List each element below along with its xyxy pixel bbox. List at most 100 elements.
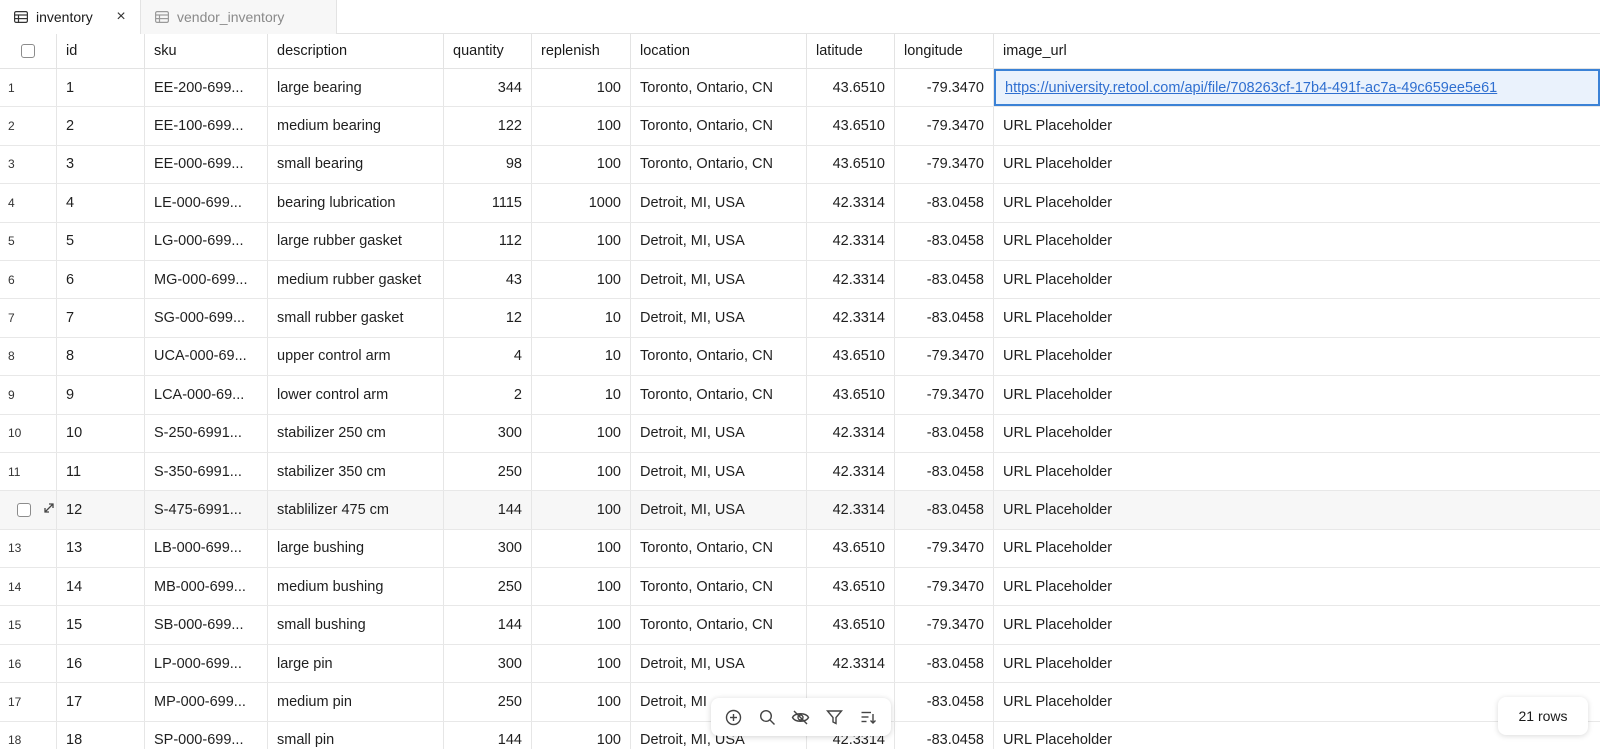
row-select-checkbox[interactable]: [17, 502, 31, 517]
cell-image-url[interactable]: URL Placeholder: [994, 299, 1600, 336]
cell-quantity[interactable]: 122: [444, 107, 532, 145]
cell-sku[interactable]: EE-200-699...: [145, 69, 268, 107]
cell-latitude[interactable]: 43.6510: [807, 606, 895, 644]
cell-sku[interactable]: LE-000-699...: [145, 184, 268, 222]
cell-quantity[interactable]: 12: [444, 299, 532, 337]
cell-sku[interactable]: LCA-000-69...: [145, 376, 268, 414]
cell-location[interactable]: Detroit, MI, USA: [631, 184, 807, 222]
cell-location[interactable]: Toronto, Ontario, CN: [631, 376, 807, 414]
cell-longitude[interactable]: -79.3470: [895, 107, 994, 145]
cell-sku[interactable]: SB-000-699...: [145, 606, 268, 644]
cell-sku[interactable]: SP-000-699...: [145, 721, 268, 749]
cell-latitude[interactable]: 42.3314: [807, 260, 895, 299]
cell-sku[interactable]: MP-000-699...: [145, 683, 268, 721]
table-row[interactable]: 4 4 LE-000-699... bearing lubrication 1115 10…: [0, 184, 1600, 223]
cell-longitude[interactable]: -79.3470: [895, 145, 994, 184]
cell-latitude[interactable]: 42.3314: [807, 644, 895, 683]
cell-replenish[interactable]: 10: [532, 337, 631, 376]
cell-description[interactable]: stabilizer 350 cm: [268, 452, 444, 491]
cell-description[interactable]: large bearing: [268, 69, 444, 107]
cell-quantity[interactable]: 250: [444, 452, 532, 491]
cell-latitude[interactable]: 43.6510: [807, 568, 895, 606]
cell-latitude[interactable]: 43.6510: [807, 376, 895, 414]
cell-id[interactable]: 5: [57, 222, 145, 260]
cell-description[interactable]: bearing lubrication: [268, 184, 444, 222]
cell-replenish[interactable]: 100: [532, 568, 631, 606]
table-row[interactable]: 13 13 LB-000-699... large bushing 300 100 Toro…: [0, 529, 1600, 569]
cell-latitude[interactable]: 43.6510: [807, 107, 895, 145]
cell-description[interactable]: large rubber gasket: [268, 222, 444, 260]
cell-image-url[interactable]: URL Placeholder: [994, 146, 1600, 183]
column-header-latitude[interactable]: latitude: [807, 34, 895, 68]
cell-id[interactable]: 1: [57, 69, 145, 107]
cell-latitude[interactable]: 42.3314: [807, 414, 895, 452]
select-all-checkbox[interactable]: [21, 44, 35, 58]
cell-description[interactable]: small rubber gasket: [268, 299, 444, 337]
cell-sku[interactable]: LP-000-699...: [145, 644, 268, 683]
column-header-longitude[interactable]: longitude: [895, 34, 994, 68]
cell-quantity[interactable]: 250: [444, 683, 532, 721]
cell-location[interactable]: Toronto, Ontario, CN: [631, 337, 807, 376]
cell-latitude[interactable]: 42.3314: [807, 222, 895, 260]
cell-quantity[interactable]: 112: [444, 222, 532, 260]
cell-longitude[interactable]: -83.0458: [895, 644, 994, 683]
hide-columns-icon[interactable]: [790, 706, 812, 728]
cell-replenish[interactable]: 100: [532, 683, 631, 721]
cell-location[interactable]: Detroit, MI, USA: [631, 222, 807, 260]
cell-latitude[interactable]: 43.6510: [807, 529, 895, 568]
cell-location[interactable]: Detroit, MI, USA: [631, 491, 807, 529]
cell-replenish[interactable]: 100: [532, 260, 631, 299]
close-tab-icon[interactable]: ×: [114, 8, 128, 26]
cell-image-url[interactable]: https://university.retool.com/api/file/7…: [994, 69, 1600, 107]
cell-image-url[interactable]: URL Placeholder: [994, 338, 1600, 375]
column-header-sku[interactable]: sku: [145, 34, 268, 68]
cell-latitude[interactable]: 42.3314: [807, 491, 895, 529]
cell-image-url[interactable]: URL Placeholder: [994, 376, 1600, 413]
cell-description[interactable]: upper control arm: [268, 337, 444, 376]
cell-sku[interactable]: S-475-6991...: [145, 491, 268, 529]
cell-id[interactable]: 6: [57, 260, 145, 299]
cell-description[interactable]: lower control arm: [268, 376, 444, 414]
cell-sku[interactable]: SG-000-699...: [145, 299, 268, 337]
cell-quantity[interactable]: 300: [444, 644, 532, 683]
cell-id[interactable]: 4: [57, 184, 145, 222]
table-row[interactable]: 9 9 LCA-000-69... lower control arm 2 10 Toron…: [0, 376, 1600, 415]
cell-replenish[interactable]: 100: [532, 69, 631, 107]
table-row[interactable]: 16 16 LP-000-699... large pin 300 100 Detroit,…: [0, 644, 1600, 684]
sort-icon[interactable]: [857, 706, 879, 728]
cell-id[interactable]: 8: [57, 337, 145, 376]
cell-longitude[interactable]: -79.3470: [895, 376, 994, 414]
cell-longitude[interactable]: -83.0458: [895, 491, 994, 529]
cell-longitude[interactable]: -79.3470: [895, 568, 994, 606]
cell-latitude[interactable]: 42.3314: [807, 184, 895, 222]
cell-location[interactable]: Detroit, MI, USA: [631, 299, 807, 337]
cell-latitude[interactable]: 42.3314: [807, 452, 895, 491]
cell-replenish[interactable]: 100: [532, 721, 631, 749]
table-row[interactable]: 1 1 EE-200-699... large bearing 344 100 Toront…: [0, 69, 1600, 108]
cell-image-url[interactable]: URL Placeholder: [994, 107, 1600, 144]
cell-image-url[interactable]: URL Placeholder: [994, 530, 1600, 567]
expand-row-icon[interactable]: [43, 502, 55, 517]
column-header-replenish[interactable]: replenish: [532, 34, 631, 68]
cell-longitude[interactable]: -83.0458: [895, 414, 994, 452]
cell-replenish[interactable]: 100: [532, 644, 631, 683]
cell-longitude[interactable]: -83.0458: [895, 222, 994, 260]
cell-replenish[interactable]: 100: [532, 452, 631, 491]
cell-id[interactable]: 7: [57, 299, 145, 337]
column-header-quantity[interactable]: quantity: [444, 34, 532, 68]
cell-sku[interactable]: MB-000-699...: [145, 568, 268, 606]
cell-latitude[interactable]: 42.3314: [807, 299, 895, 337]
cell-latitude[interactable]: 43.6510: [807, 337, 895, 376]
column-header-location[interactable]: location: [631, 34, 807, 68]
column-header-image-url[interactable]: image_url: [994, 34, 1600, 68]
cell-quantity[interactable]: 43: [444, 260, 532, 299]
cell-location[interactable]: Toronto, Ontario, CN: [631, 69, 807, 107]
cell-image-url[interactable]: URL Placeholder: [994, 491, 1600, 528]
cell-replenish[interactable]: 100: [532, 491, 631, 529]
cell-id[interactable]: 13: [57, 529, 145, 568]
table-row[interactable]: 8 8 UCA-000-69... upper control arm 4 10 Toron…: [0, 337, 1600, 377]
cell-longitude[interactable]: -83.0458: [895, 184, 994, 222]
cell-quantity[interactable]: 250: [444, 568, 532, 606]
table-row[interactable]: 6 6 MG-000-699... medium rubber gasket 43 100…: [0, 260, 1600, 300]
search-icon[interactable]: [756, 706, 778, 728]
